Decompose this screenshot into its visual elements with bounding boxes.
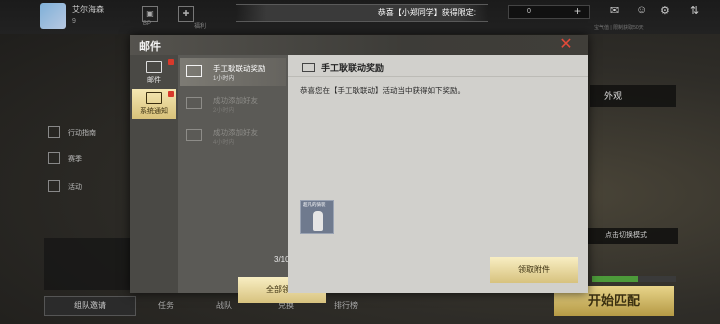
mail-item-time: 2小时内	[213, 108, 235, 114]
claim-attachment-button[interactable]: 领取附件	[490, 257, 578, 283]
mail-dialog-header: 邮件 ✕	[130, 35, 588, 55]
menu-season[interactable]: 赛季	[68, 154, 82, 164]
add-currency-button[interactable]: +	[574, 4, 581, 18]
mail-list-item[interactable]: 手工耿联动奖励 1小时内	[180, 58, 286, 86]
category-mail-label: 邮件	[147, 77, 161, 84]
attachment-item[interactable]: 超凡的骑装	[300, 200, 334, 234]
mail-detail-body: 恭喜您在【手工耿联动】活动当中获得如下奖励。	[300, 86, 465, 95]
category-system-label: 系统通知	[140, 108, 168, 115]
event-icon[interactable]	[48, 180, 60, 192]
tab-leaderboard[interactable]: 排行榜	[334, 300, 358, 311]
megaphone-icon	[146, 92, 162, 104]
attachment-label: 超凡的骑装	[303, 202, 326, 207]
menu-guide[interactable]: 行动指南	[68, 128, 96, 138]
mail-list-item[interactable]: 成功添加好友 4小时内	[180, 122, 286, 150]
mail-item-time: 1小时内	[213, 76, 235, 82]
mail-category-column: 邮件 系统通知	[130, 55, 178, 293]
switch-mode-hint[interactable]: 点击切换模式	[574, 228, 678, 244]
mail-detail-title: 手工耿联动奖励	[321, 63, 385, 73]
mail-list-item[interactable]: 成功添加好友 2小时内	[180, 90, 286, 118]
player-name: 艾尔海森	[72, 5, 104, 14]
mail-item-time: 4小时内	[213, 140, 235, 146]
tab-team[interactable]: 战队	[216, 300, 232, 311]
unread-dot	[168, 59, 174, 65]
chat-panel[interactable]	[44, 238, 132, 290]
player-level: 9	[72, 18, 76, 25]
mail-envelope-icon	[146, 61, 162, 73]
season-icon[interactable]	[48, 152, 60, 164]
envelope-open-icon	[302, 63, 315, 72]
tab-tasks[interactable]: 任务	[158, 300, 174, 311]
player-avatar[interactable]	[40, 3, 66, 29]
menu-event[interactable]: 活动	[68, 182, 82, 192]
mail-detail-header: 手工耿联动奖励	[288, 55, 588, 77]
collapse-icon[interactable]: ⇅	[690, 4, 699, 17]
outfit-tab[interactable]: 外观	[590, 85, 676, 107]
team-invite-button[interactable]: 组队邀请	[44, 296, 136, 316]
battle-pass-icon[interactable]: ▣	[142, 6, 158, 22]
mail-dialog: 邮件 ✕ 邮件 系统通知 手工耿联动奖励 1小时内 成功添加好友 2小时内 成功…	[130, 35, 588, 303]
top-bar: 艾尔海森 9 ▣ BP ✚ 福利 恭喜【小郑同学】获得限定: 0 + ✉ ☺ ⚙…	[0, 0, 720, 34]
gift-icon[interactable]: ✚	[178, 6, 194, 22]
outfit-figure-icon	[313, 211, 323, 231]
unread-dot	[168, 91, 174, 97]
battle-pass-label: BP	[143, 21, 152, 27]
gift-label: 福利	[194, 24, 207, 30]
outfit-label: 外观	[604, 91, 623, 101]
settings-gear-icon[interactable]: ⚙	[660, 4, 670, 17]
envelope-open-icon	[186, 65, 202, 77]
envelope-open-icon	[186, 97, 202, 109]
mail-detail: 手工耿联动奖励 恭喜您在【手工耿联动】活动当中获得如下奖励。 超凡的骑装 领取附…	[288, 55, 588, 293]
guide-icon[interactable]	[48, 126, 60, 138]
progress-bar	[592, 276, 676, 282]
mail-list: 手工耿联动奖励 1小时内 成功添加好友 2小时内 成功添加好友 4小时内 3/1…	[178, 55, 326, 303]
mail-dialog-title: 邮件	[139, 41, 161, 53]
top-right-note: 宝气值 | 限制获取50天	[594, 25, 644, 31]
mail-icon[interactable]: ✉	[610, 4, 619, 17]
close-icon[interactable]: ✕	[556, 36, 576, 54]
envelope-open-icon	[186, 129, 202, 141]
friends-icon[interactable]: ☺	[636, 4, 647, 16]
announcement-marquee: 恭喜【小郑同学】获得限定:	[236, 4, 488, 22]
